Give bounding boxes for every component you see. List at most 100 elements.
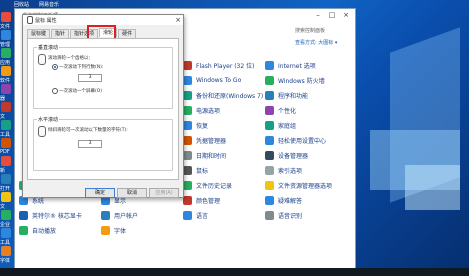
control-panel-item-icon <box>265 90 274 100</box>
control-panel-item-label: 电源选项 <box>196 107 221 115</box>
desktop-app-icon[interactable] <box>1 102 11 112</box>
scroll-lines-label: 一次滚动下列行数(N): <box>59 65 104 70</box>
control-panel-item[interactable]: 英特尔® 核芯显卡 <box>19 209 82 221</box>
desktop-app-icon[interactable] <box>1 48 11 58</box>
desktop-app-label: 器 <box>0 96 6 102</box>
desktop-app-icon[interactable] <box>1 156 11 166</box>
control-panel-item-icon <box>265 150 274 160</box>
control-panel-item[interactable]: 自动播放 <box>19 224 56 236</box>
scroll-lines-radio[interactable] <box>52 64 58 70</box>
ok-button[interactable]: 确定 <box>85 188 115 198</box>
desktop-app-label: 字体 <box>0 258 11 264</box>
desktop-app-icon[interactable] <box>1 84 11 94</box>
control-panel-item-icon <box>265 105 274 115</box>
control-panel-item-label: Windows To Go <box>196 76 242 84</box>
desktop-label[interactable]: 网易音乐 <box>39 1 59 8</box>
control-panel-item-icon <box>183 90 192 100</box>
control-panel-item-label: 文件资源管理器选项 <box>278 182 333 190</box>
wheel-icon <box>38 126 46 137</box>
control-panel-item-label: 轻松使用设置中心 <box>278 137 327 145</box>
dialog-titlebar: 鼠标 属性 <box>23 15 183 25</box>
desktop-app-icon[interactable] <box>1 138 11 148</box>
control-panel-item[interactable]: Internet 选项 <box>265 59 316 71</box>
control-panel-item-label: 自动播放 <box>32 227 57 235</box>
control-panel-item[interactable]: 用户帐户 <box>101 209 138 221</box>
dialog-title: 鼠标 属性 <box>35 17 57 24</box>
close-icon[interactable]: × <box>175 15 181 25</box>
control-panel-item-label: 备份和还原(Windows 7) <box>196 92 264 100</box>
desktop-app-label: 工具 <box>0 132 11 138</box>
control-panel-item-label: 个性化 <box>278 107 297 115</box>
desktop-app-icon[interactable] <box>1 66 11 76</box>
control-panel-item-icon <box>183 105 192 115</box>
control-panel-item-icon <box>101 210 110 220</box>
desktop-app-label: PDF <box>0 149 10 155</box>
control-panel-item[interactable]: 疑难解答 <box>265 194 302 206</box>
control-panel-item[interactable]: Windows 防火墙 <box>265 74 325 86</box>
view-mode-dropdown[interactable]: 查看方式: 大图标 ▾ <box>295 39 337 46</box>
desktop-app-icon[interactable] <box>1 192 11 202</box>
desktop-app-icon[interactable] <box>1 246 11 256</box>
close-icon[interactable]: × <box>339 9 353 21</box>
control-panel-item-icon <box>265 75 274 85</box>
desktop-app-label: 文 <box>0 114 6 120</box>
desktop-app-label: 工具 <box>0 240 11 246</box>
control-panel-item[interactable]: 备份和还原(Windows 7) <box>183 89 263 101</box>
control-panel-item[interactable]: 轻松使用设置中心 <box>265 134 326 146</box>
control-panel-item[interactable]: 索引选项 <box>265 164 302 176</box>
control-panel-item[interactable]: 文件资源管理器选项 <box>265 179 332 191</box>
desktop-icon-column: 文件 管理 应用 软件器文工具 PDF 新打开文企业 工具 字体 <box>0 0 14 276</box>
control-panel-item[interactable]: 凭据管理器 <box>183 134 226 146</box>
control-panel-item-label: 字体 <box>114 227 127 235</box>
control-panel-item[interactable]: 设备管理器 <box>265 149 308 161</box>
control-panel-item[interactable]: 语言 <box>183 209 208 221</box>
desktop-app-icon[interactable] <box>1 174 11 184</box>
control-panel-item-icon <box>265 180 274 190</box>
control-panel-item-label: 疑难解答 <box>278 197 303 205</box>
desktop-app-label: 打开 <box>0 186 11 192</box>
control-panel-item-label: 恢复 <box>196 122 209 130</box>
desktop-app-label: 应用 <box>0 60 11 66</box>
control-panel-item-label: 文件历史记录 <box>196 182 233 190</box>
control-panel-item[interactable]: 文件历史记录 <box>183 179 232 191</box>
control-panel-item-icon <box>183 195 192 205</box>
desktop-app-label: 企业 <box>0 222 11 228</box>
control-panel-item[interactable]: 电源选项 <box>183 104 220 116</box>
control-panel-item-icon <box>265 195 274 205</box>
maximize-icon[interactable]: □ <box>325 9 339 21</box>
control-panel-item[interactable]: 程序和功能 <box>265 89 308 101</box>
control-panel-item[interactable]: 语音识别 <box>265 209 302 221</box>
desktop-app-icon[interactable] <box>1 210 11 220</box>
control-panel-item[interactable]: 个性化 <box>265 104 296 116</box>
control-panel-item[interactable]: 日期和时间 <box>183 149 226 161</box>
desktop-app-icon[interactable] <box>1 120 11 130</box>
control-panel-item[interactable]: 字体 <box>101 224 126 236</box>
scroll-screen-radio[interactable] <box>52 88 58 94</box>
tab-hardware[interactable]: 硬件 <box>118 29 137 38</box>
control-panel-item[interactable]: Windows To Go <box>183 74 241 86</box>
desktop-light-beam <box>405 165 460 210</box>
apply-button[interactable]: 应用(A) <box>149 188 179 198</box>
control-panel-item-icon <box>265 165 274 175</box>
lines-spinner[interactable]: 3 <box>78 74 102 82</box>
control-panel-item[interactable]: 鼠标 <box>183 164 208 176</box>
desktop-app-icon[interactable] <box>1 228 11 238</box>
minimize-icon[interactable]: – <box>311 9 325 21</box>
desktop-app-icon[interactable] <box>1 30 11 40</box>
desktop-app-label: 管理 <box>0 42 11 48</box>
control-panel-item[interactable]: 颜色管理 <box>183 194 220 206</box>
search-input[interactable]: 搜索控制面板 <box>295 27 325 34</box>
wheel-tab-panel: 垂直滚动 滚动滑轮一个齿格以： 一次滚动下列行数(N): 3 一次滚动一个屏幕(… <box>27 38 179 180</box>
chars-spinner[interactable]: 3 <box>78 140 102 148</box>
control-panel-item[interactable]: Flash Player (32 位) <box>183 59 254 71</box>
desktop-label[interactable]: 回收站 <box>14 1 29 8</box>
tab-pointers[interactable]: 指针 <box>51 29 70 38</box>
desktop-app-label: 新 <box>0 168 6 174</box>
tab-buttons[interactable]: 鼠标键 <box>27 29 51 38</box>
control-panel-item-label: 语言 <box>196 212 209 220</box>
control-panel-item[interactable]: 家庭组 <box>265 119 296 131</box>
control-panel-item-label: 家庭组 <box>278 122 297 130</box>
desktop-app-icon[interactable] <box>1 12 11 22</box>
control-panel-item[interactable]: 恢复 <box>183 119 208 131</box>
cancel-button[interactable]: 取消 <box>117 188 147 198</box>
